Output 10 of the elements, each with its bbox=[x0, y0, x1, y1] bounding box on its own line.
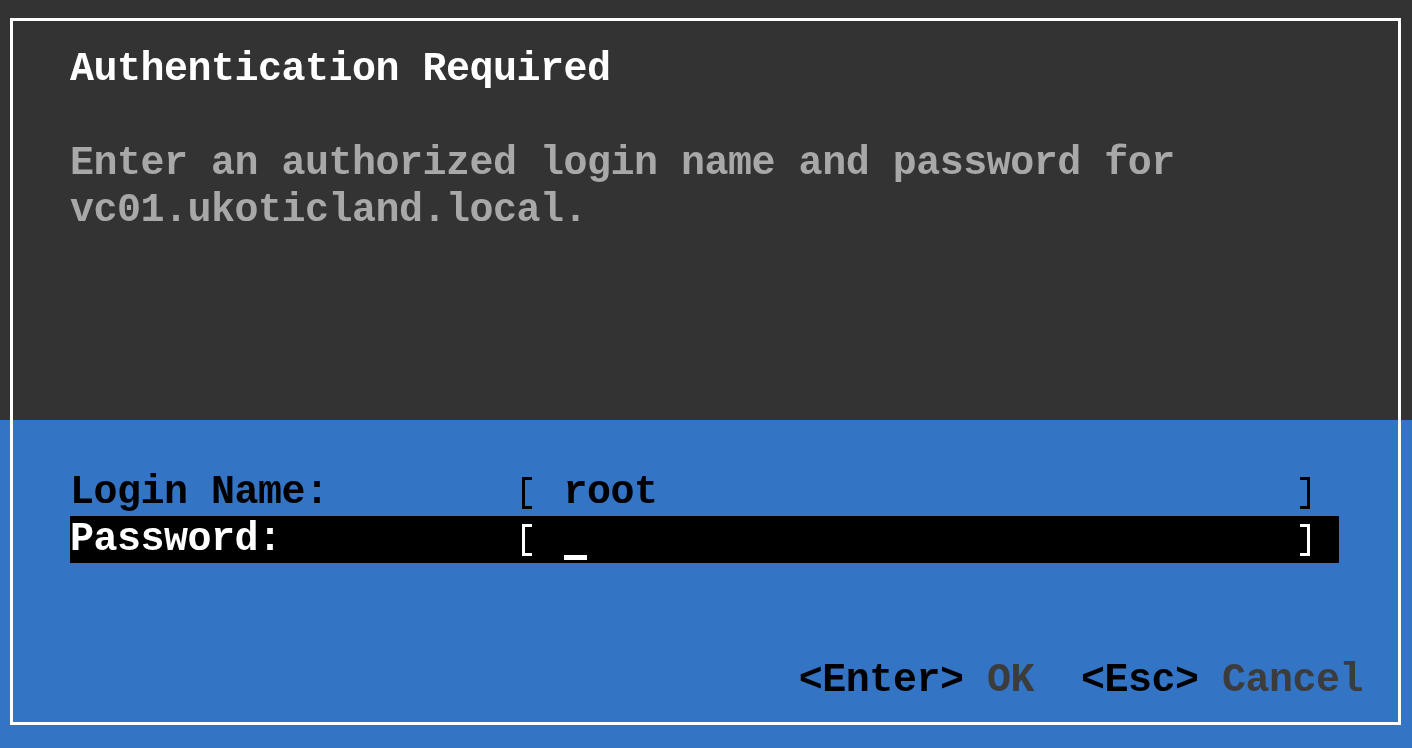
form-row[interactable]: Password: bbox=[70, 516, 1339, 563]
shortcut-button[interactable]: <Esc> Cancel bbox=[1080, 657, 1363, 704]
field-label: Login Name: bbox=[70, 469, 330, 516]
dialog-message: Enter an authorized login name and password for vc01.ukoticland.local. bbox=[70, 140, 1176, 234]
shortcut-button[interactable]: <Enter> OK bbox=[798, 657, 1034, 704]
dialog-title: Authentication Required bbox=[70, 46, 611, 93]
input-field[interactable]: root bbox=[516, 469, 1316, 516]
cursor-icon bbox=[563, 555, 587, 560]
field-label: Password: bbox=[70, 516, 283, 563]
form-row[interactable]: Login Name: root bbox=[70, 469, 1339, 516]
